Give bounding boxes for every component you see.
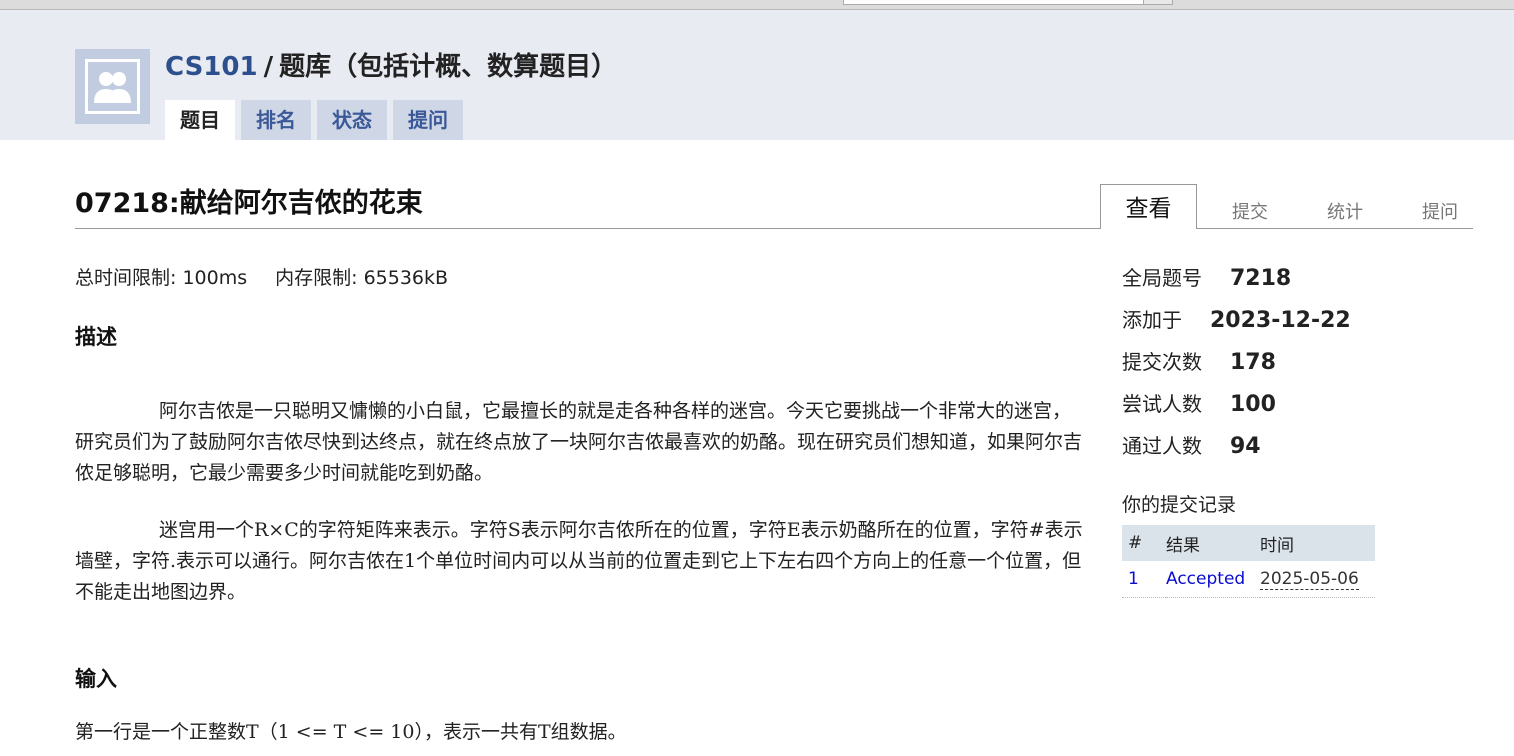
course-link[interactable]: CS101 (165, 52, 258, 82)
submission-table: # 结果 时间 1 Accepted 2025-05-06 (1122, 525, 1375, 598)
info-solvers: 通过人数 94 (1122, 430, 1261, 459)
input-paragraph-1: 第一行是一个正整数T（1 <= T <= 10），表示一共有T组数据。 (75, 721, 627, 743)
site-title: CS101/题库（包括计概、数算题目） (165, 46, 617, 83)
info-added-date: 添加于 2023-12-22 (1122, 304, 1351, 333)
problem-title: 07218:献给阿尔吉侬的花束 (75, 188, 423, 219)
description-heading: 描述 (75, 325, 117, 349)
main-nav: 题目 排名 状态 提问 (165, 100, 469, 140)
submission-result-link[interactable]: Accepted (1166, 569, 1245, 589)
info-label: 通过人数 (1122, 434, 1202, 458)
limits: 总时间限制: 100ms 内存限制: 65536kB (75, 263, 476, 290)
nav-tab-problems[interactable]: 题目 (165, 100, 235, 140)
memory-limit: 内存限制: 65536kB (275, 267, 449, 289)
tabs-divider (1197, 228, 1473, 229)
info-submissions: 提交次数 178 (1122, 346, 1276, 375)
info-attempters: 尝试人数 100 (1122, 388, 1276, 417)
problem-tab-ask[interactable]: 提问 (1422, 198, 1458, 224)
info-label: 全局题号 (1122, 266, 1202, 290)
submission-number: 1 (1122, 561, 1166, 598)
nav-tab-ranking[interactable]: 排名 (241, 100, 311, 140)
problem-bank-title: 题库（包括计概、数算题目） (279, 52, 618, 82)
info-label: 尝试人数 (1122, 392, 1202, 416)
problem-tab-view[interactable]: 查看 (1100, 184, 1197, 229)
info-problem-id: 全局题号 7218 (1122, 262, 1291, 291)
title-divider (75, 228, 1101, 229)
submission-time[interactable]: 2025-05-06 (1260, 569, 1359, 590)
top-search-input[interactable] (843, 0, 1145, 5)
nav-tab-status[interactable]: 状态 (317, 100, 387, 140)
column-header-result: 结果 (1166, 525, 1260, 561)
site-header: CS101/题库（包括计概、数算题目） 题目 排名 状态 提问 (0, 10, 1514, 140)
info-label: 提交次数 (1122, 350, 1202, 374)
problem-tab-submit[interactable]: 提交 (1232, 198, 1268, 224)
description-paragraph-1: 阿尔吉侬是一只聪明又慵懒的小白鼠，它最擅长的就是走各种各样的迷宫。今天它要挑战一… (75, 400, 1083, 484)
description-paragraph-2: 迷宫用一个R×C的字符矩阵来表示。字符S表示阿尔吉侬所在的位置，字符E表示奶酪所… (75, 519, 1083, 603)
course-logo (75, 49, 150, 124)
table-row: 1 Accepted 2025-05-06 (1122, 561, 1375, 598)
submission-history-title: 你的提交记录 (1122, 494, 1237, 516)
nav-tab-questions[interactable]: 提问 (393, 100, 463, 140)
browser-top-strip (0, 0, 1514, 10)
user-group-icon (94, 72, 131, 103)
info-value: 7218 (1230, 266, 1292, 291)
problem-tab-stats[interactable]: 统计 (1327, 198, 1363, 224)
info-value: 2023-12-22 (1210, 308, 1351, 333)
column-header-number: # (1122, 525, 1166, 561)
info-value: 100 (1230, 392, 1276, 417)
input-heading: 输入 (75, 667, 117, 691)
title-separator: / (263, 52, 274, 82)
time-limit: 总时间限制: 100ms (75, 267, 248, 289)
info-label: 添加于 (1122, 308, 1182, 332)
info-value: 94 (1230, 434, 1261, 459)
column-header-time: 时间 (1260, 525, 1375, 561)
info-value: 178 (1230, 350, 1276, 375)
top-search-button[interactable] (1143, 0, 1173, 5)
